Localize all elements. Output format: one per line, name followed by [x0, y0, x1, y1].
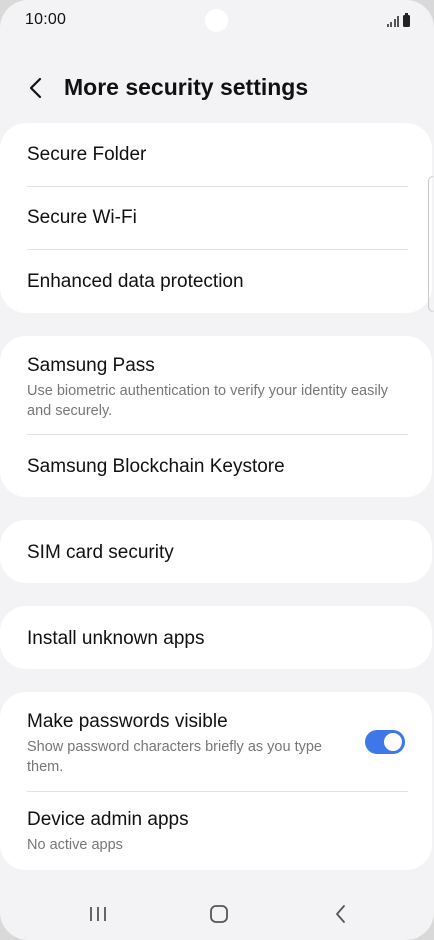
page-title: More security settings [64, 74, 309, 100]
settings-group-2: Samsung Pass Use biometric authenticatio… [0, 336, 432, 497]
settings-group-5: Make passwords visible Show password cha… [0, 692, 432, 870]
divider [27, 186, 408, 187]
item-title: Secure Folder [27, 144, 147, 165]
back-nav-button[interactable] [321, 900, 361, 928]
recents-button[interactable] [78, 900, 118, 928]
header: More security settings [0, 60, 434, 116]
item-subtitle: Show password characters briefly as you … [27, 739, 322, 775]
samsung-pass-item[interactable]: Samsung Pass Use biometric authenticatio… [27, 355, 408, 421]
scrollbar[interactable] [428, 176, 433, 312]
item-title: Device admin apps [27, 809, 189, 830]
status-bar: 10:00 [0, 0, 434, 42]
item-title: Samsung Blockchain Keystore [27, 456, 285, 477]
make-passwords-visible-item[interactable]: Make passwords visible Show password cha… [27, 711, 344, 777]
divider [27, 249, 408, 250]
phone-screen: 10:00 More security settings Secure Fold… [0, 0, 434, 940]
item-title: Make passwords visible [27, 711, 228, 732]
item-subtitle: Use biometric authentication to verify y… [27, 383, 389, 419]
status-icons [386, 13, 410, 27]
signal-icon [386, 15, 399, 27]
install-unknown-apps-item[interactable]: Install unknown apps [27, 628, 408, 650]
settings-group-3: SIM card security [0, 520, 432, 583]
samsung-blockchain-keystore-item[interactable]: Samsung Blockchain Keystore [27, 456, 408, 478]
secure-folder-item[interactable]: Secure Folder [27, 144, 408, 166]
divider [27, 791, 408, 792]
battery-icon [403, 13, 410, 27]
settings-group-4: Install unknown apps [0, 606, 432, 669]
item-title: SIM card security [27, 542, 174, 563]
secure-wifi-item[interactable]: Secure Wi-Fi [27, 207, 408, 229]
item-title: Enhanced data protection [27, 271, 244, 292]
sim-card-security-item[interactable]: SIM card security [27, 542, 408, 564]
back-button[interactable] [18, 70, 54, 106]
item-title: Install unknown apps [27, 628, 205, 649]
settings-group-1: Secure Folder Secure Wi-Fi Enhanced data… [0, 123, 432, 313]
item-title: Secure Wi-Fi [27, 207, 137, 228]
home-icon [210, 905, 228, 923]
navigation-bar [0, 888, 434, 940]
device-admin-apps-item[interactable]: Device admin apps No active apps [27, 809, 408, 855]
recents-icon [90, 907, 106, 921]
make-passwords-visible-toggle[interactable] [365, 730, 405, 754]
enhanced-data-protection-item[interactable]: Enhanced data protection [27, 271, 408, 293]
divider [27, 434, 408, 435]
back-icon [336, 905, 345, 923]
toggle-knob [384, 733, 402, 751]
camera-cutout [205, 9, 228, 32]
item-subtitle: No active apps [27, 837, 123, 853]
item-title: Samsung Pass [27, 355, 155, 376]
chevron-left-icon [29, 77, 42, 99]
status-time: 10:00 [25, 11, 67, 28]
home-button[interactable] [199, 900, 239, 928]
